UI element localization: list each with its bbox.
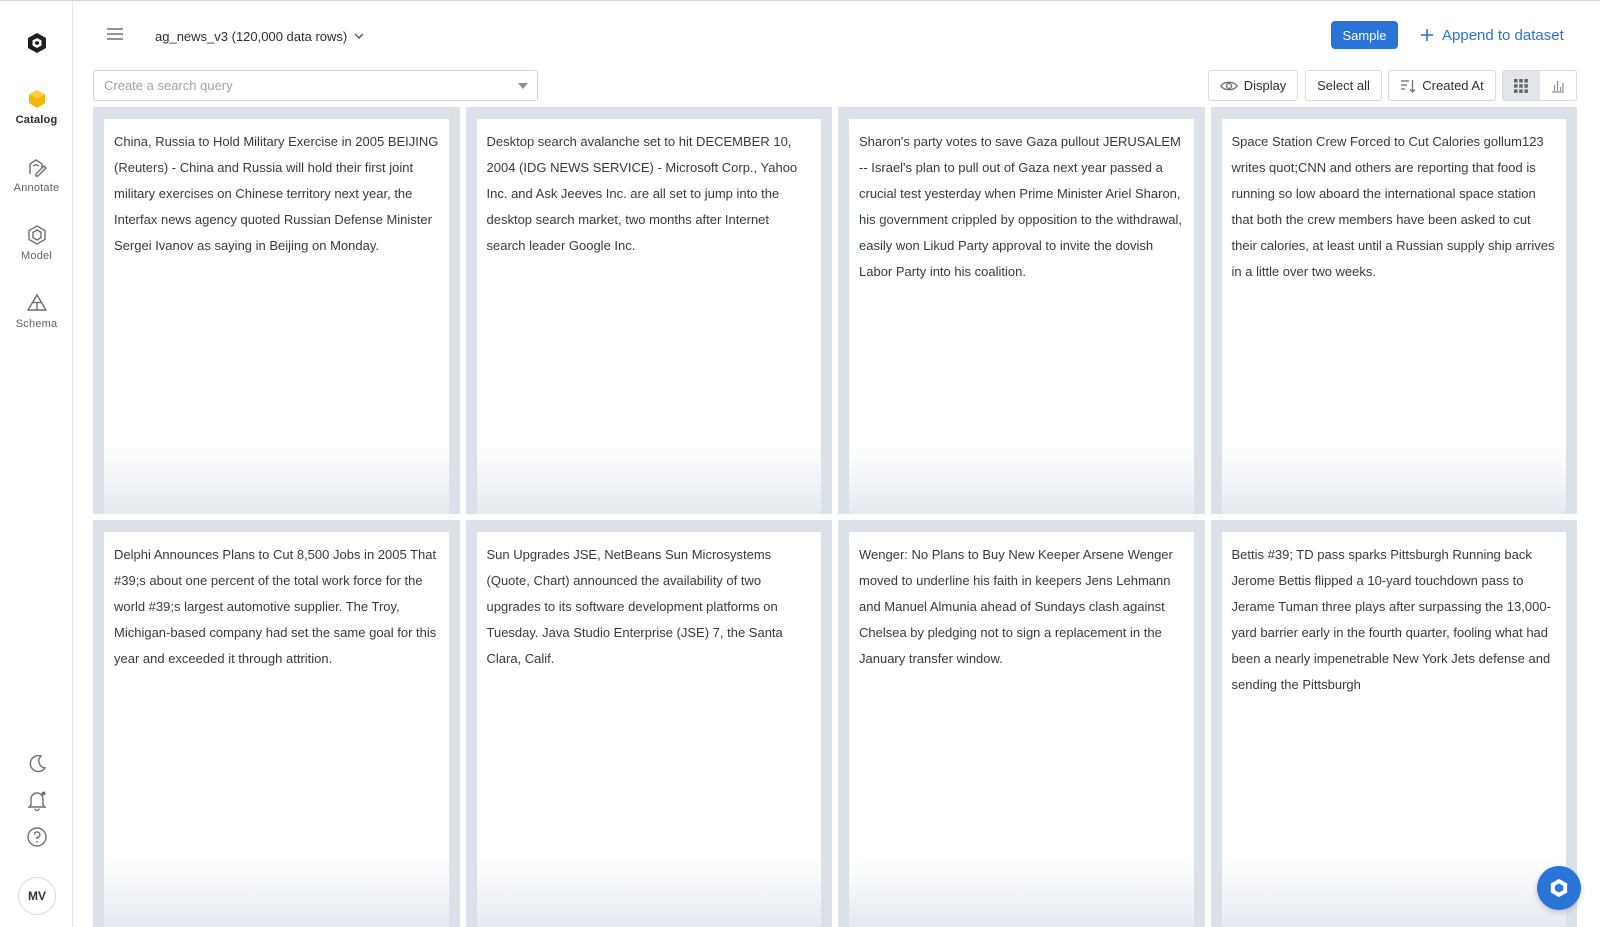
data-row-card[interactable]: Sharon's party votes to save Gaza pullou… bbox=[838, 107, 1205, 514]
search-query-field[interactable] bbox=[93, 70, 538, 101]
data-row-card[interactable]: Space Station Crew Forced to Cut Calorie… bbox=[1210, 107, 1577, 514]
select-all-label: Select all bbox=[1317, 78, 1370, 93]
data-row-card[interactable]: Sun Upgrades JSE, NetBeans Sun Microsyst… bbox=[465, 520, 832, 927]
card-content: Desktop search avalanche set to hit DECE… bbox=[476, 119, 821, 514]
labelbox-logo-icon[interactable] bbox=[26, 32, 48, 54]
card-fade bbox=[1221, 857, 1566, 927]
card-fade bbox=[104, 857, 449, 927]
data-row-grid: China, Russia to Hold Military Exercise … bbox=[93, 107, 1577, 927]
caret-down-icon[interactable] bbox=[509, 82, 537, 89]
card-fade bbox=[476, 444, 821, 514]
data-row-card[interactable]: Wenger: No Plans to Buy New Keeper Arsen… bbox=[838, 520, 1205, 927]
annotate-icon bbox=[28, 159, 47, 177]
sidebar-item-model[interactable]: Model bbox=[0, 224, 73, 280]
sidebar-item-annotate[interactable]: Annotate bbox=[0, 156, 73, 212]
card-text: Wenger: No Plans to Buy New Keeper Arsen… bbox=[859, 547, 1173, 666]
grid-view-button[interactable] bbox=[1503, 71, 1540, 100]
sort-label: Created At bbox=[1422, 78, 1484, 93]
card-fade bbox=[849, 444, 1194, 514]
display-label: Display bbox=[1243, 78, 1287, 93]
card-content: Wenger: No Plans to Buy New Keeper Arsen… bbox=[849, 532, 1194, 927]
card-text: Desktop search avalanche set to hit DECE… bbox=[486, 134, 798, 253]
menu-icon[interactable] bbox=[105, 25, 125, 43]
card-content: Space Station Crew Forced to Cut Calorie… bbox=[1221, 119, 1566, 514]
card-text: Sharon's party votes to save Gaza pullou… bbox=[859, 134, 1183, 279]
avatar[interactable]: MV bbox=[18, 877, 56, 915]
dataset-selector[interactable]: ag_news_v3 (120,000 data rows) bbox=[155, 25, 365, 47]
help-chat-button[interactable] bbox=[1537, 866, 1581, 910]
card-fade bbox=[849, 857, 1194, 927]
data-row-card[interactable]: Delphi Announces Plans to Cut 8,500 Jobs… bbox=[93, 520, 460, 927]
model-icon bbox=[27, 225, 46, 245]
data-row-card[interactable]: Bettis #39; TD pass sparks Pittsburgh Ru… bbox=[1210, 520, 1577, 927]
chevron-down-icon bbox=[354, 33, 364, 39]
sort-icon bbox=[1401, 79, 1416, 93]
bar-chart-icon bbox=[1551, 80, 1564, 93]
sort-button[interactable]: Created At bbox=[1388, 70, 1496, 101]
plus-icon bbox=[1421, 29, 1433, 41]
app-window: Catalog Annotate Model Schema MV ag_news… bbox=[0, 0, 1600, 927]
view-toggle bbox=[1502, 70, 1577, 101]
card-text: Space Station Crew Forced to Cut Calorie… bbox=[1231, 134, 1555, 279]
help-icon[interactable] bbox=[26, 826, 48, 848]
catalog-icon bbox=[28, 90, 45, 108]
append-to-dataset-button[interactable]: Append to dataset bbox=[1420, 21, 1564, 49]
dataset-label: ag_news_v3 (120,000 data rows) bbox=[155, 28, 348, 44]
chart-view-button[interactable] bbox=[1540, 71, 1577, 100]
select-all-button[interactable]: Select all bbox=[1305, 70, 1382, 101]
schema-icon bbox=[26, 293, 47, 311]
card-text: Delphi Announces Plans to Cut 8,500 Jobs… bbox=[114, 547, 437, 666]
sidebar-item-label: Model bbox=[21, 250, 52, 262]
eye-icon bbox=[1219, 81, 1238, 90]
card-content: Sun Upgrades JSE, NetBeans Sun Microsyst… bbox=[476, 532, 821, 927]
sidebar-item-label: Annotate bbox=[13, 182, 60, 194]
card-content: Delphi Announces Plans to Cut 8,500 Jobs… bbox=[104, 532, 449, 927]
sidebar-item-label: Catalog bbox=[15, 114, 58, 126]
sidebar-item-label: Schema bbox=[15, 318, 58, 330]
card-fade bbox=[476, 857, 821, 927]
sidebar-item-schema[interactable]: Schema bbox=[0, 292, 73, 348]
card-fade bbox=[1221, 444, 1566, 514]
search-input[interactable] bbox=[104, 78, 509, 93]
sample-button[interactable]: Sample bbox=[1331, 21, 1398, 49]
card-text: Sun Upgrades JSE, NetBeans Sun Microsyst… bbox=[486, 547, 783, 666]
dark-mode-moon-icon[interactable] bbox=[26, 753, 48, 775]
card-content: Sharon's party votes to save Gaza pullou… bbox=[849, 119, 1194, 514]
labelbox-chat-icon bbox=[1550, 878, 1568, 898]
card-fade bbox=[104, 444, 449, 514]
append-label: Append to dataset bbox=[1442, 26, 1564, 44]
notifications-bell-icon[interactable] bbox=[26, 789, 48, 811]
card-text: China, Russia to Hold Military Exercise … bbox=[114, 134, 439, 253]
card-content: Bettis #39; TD pass sparks Pittsburgh Ru… bbox=[1221, 532, 1566, 927]
grid-icon bbox=[1514, 78, 1529, 93]
data-row-card[interactable]: China, Russia to Hold Military Exercise … bbox=[93, 107, 460, 514]
card-content: China, Russia to Hold Military Exercise … bbox=[104, 119, 449, 514]
display-button[interactable]: Display bbox=[1208, 70, 1298, 101]
sidebar: Catalog Annotate Model Schema MV bbox=[0, 1, 73, 927]
sidebar-item-catalog[interactable]: Catalog bbox=[0, 88, 73, 144]
data-row-card[interactable]: Desktop search avalanche set to hit DECE… bbox=[465, 107, 832, 514]
card-text: Bettis #39; TD pass sparks Pittsburgh Ru… bbox=[1231, 547, 1551, 692]
